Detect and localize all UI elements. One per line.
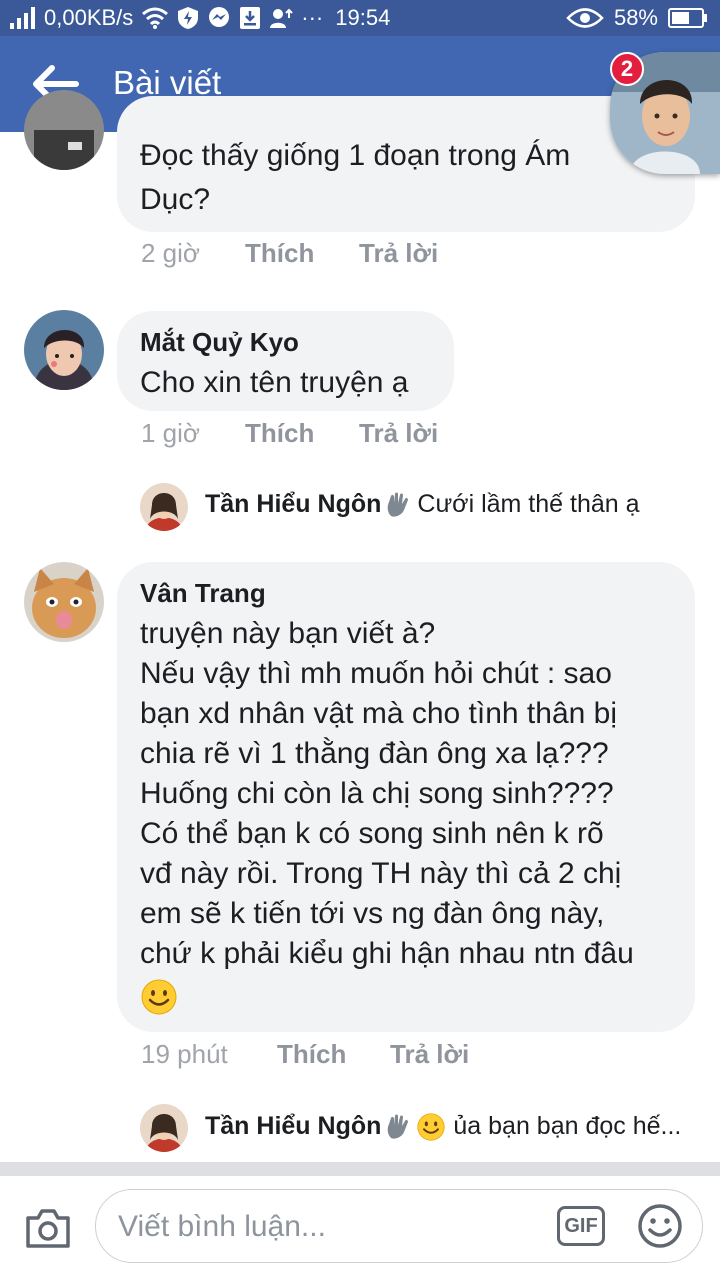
comment-composer: GIF [0, 1176, 720, 1280]
comment-text-line: chia rẽ vì 1 thằng đàn ông xa lạ??? [140, 737, 609, 770]
comment-input[interactable] [116, 1204, 540, 1250]
signal-icon [10, 7, 36, 29]
battery-percent: 58% [613, 5, 658, 30]
reply-button[interactable]: Trả lời [359, 418, 438, 449]
comment-bubble: Mắt Quỷ Kyo Cho xin tên truyện ạ [117, 311, 454, 411]
reply-text: Cưới lầm thế thân ạ [417, 490, 640, 518]
reply-author: Tần Hiểu Ngôn [205, 490, 382, 518]
comment-text-line: truyện này bạn viết à? [140, 617, 436, 650]
wave-icon [385, 1114, 409, 1140]
smiley-emoji-icon [141, 979, 177, 1015]
comment-time: 19 phút [141, 1039, 228, 1069]
reply-avatar[interactable] [140, 483, 188, 531]
comment-bubble: Vân Trang truyện này bạn viết à? Nếu vậy… [117, 562, 695, 1032]
camera-icon[interactable] [24, 1206, 72, 1250]
reply-text: ủa bạn bạn đọc hế... [453, 1112, 682, 1140]
like-button[interactable]: Thích [245, 238, 314, 269]
user-upload-icon [269, 6, 293, 30]
comment-text-line: Huống chi còn là chị song sinh???? [140, 777, 614, 810]
comment-input-box[interactable]: GIF [95, 1189, 703, 1263]
emoji-icon[interactable] [637, 1203, 683, 1249]
comment-author[interactable]: Mắt Quỷ Kyo [140, 327, 299, 358]
like-button[interactable]: Thích [245, 418, 314, 449]
gif-button[interactable]: GIF [557, 1206, 605, 1246]
reply-button[interactable]: Trả lời [359, 238, 438, 269]
comment-author[interactable]: Vân Trang [140, 578, 266, 609]
composer-divider [0, 1162, 720, 1176]
comment-text-line: Nếu vậy thì mh muốn hỏi chút : sao [140, 657, 612, 690]
comment-text-line: vđ này rồi. Trong TH này thì cả 2 chị [140, 857, 622, 890]
comment-time: 1 giờ [141, 418, 200, 448]
reply-preview[interactable]: Tần Hiểu Ngôn ủa bạn bạn đọc hế... [205, 1112, 681, 1141]
chat-unread-badge: 2 [610, 52, 644, 86]
like-button[interactable]: Thích [277, 1039, 346, 1070]
wave-icon [385, 492, 409, 518]
comment-text-line: em sẽ k tiến tới vs ng đàn ông này, [140, 897, 605, 930]
clock: 19:54 [335, 5, 391, 30]
reply-preview[interactable]: Tần Hiểu Ngôn Cưới lầm thế thân ạ [205, 490, 640, 519]
comment-time: 2 giờ [141, 238, 200, 268]
comment-text-line: Đọc thấy giống 1 đoạn trong Ám [140, 139, 571, 172]
reply-author: Tần Hiểu Ngôn [205, 1112, 382, 1140]
comment-bubble: Đọc thấy giống 1 đoạn trong Ám Dục? [117, 96, 695, 232]
messenger-icon [207, 6, 231, 30]
reply-avatar[interactable] [140, 1104, 188, 1152]
download-icon [239, 6, 261, 30]
comment-text-line: chứ k phải kiểu ghi hận nhau ntn đâu [140, 937, 634, 970]
chat-head[interactable]: 2 [610, 52, 720, 174]
battery-icon [668, 7, 708, 29]
status-bar: 0,00KB/s ··· 19:54 58% [0, 0, 720, 36]
comment-text-line: Dục? [140, 183, 211, 216]
shield-icon [177, 6, 199, 30]
eye-icon [566, 7, 604, 29]
avatar[interactable] [24, 310, 104, 390]
reply-button[interactable]: Trả lời [390, 1039, 469, 1070]
network-speed: 0,00KB/s [44, 5, 134, 30]
comment-text-line: Có thể bạn k có song sinh nên k rõ [140, 817, 604, 850]
comment-text-line: Cho xin tên truyện ạ [140, 366, 409, 399]
smiley-emoji-icon [417, 1112, 446, 1141]
avatar[interactable] [24, 562, 104, 642]
comment-text-line: bạn xd nhân vật mà cho tình thân bị [140, 697, 617, 730]
wifi-icon [141, 7, 169, 29]
more-notifications: ··· [301, 5, 324, 30]
avatar[interactable] [24, 90, 104, 170]
